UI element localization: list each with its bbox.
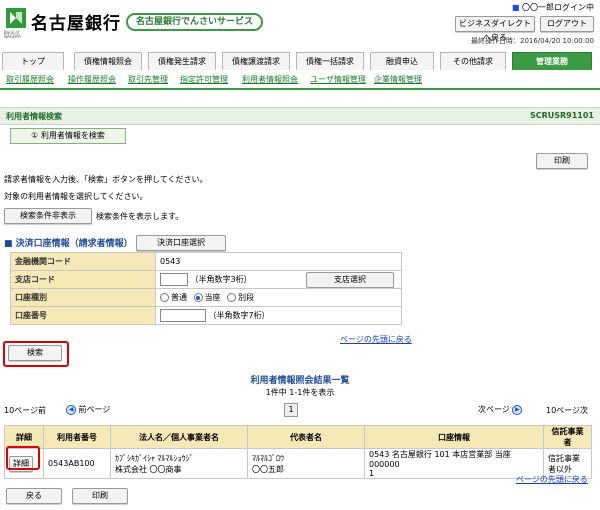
arrow-left-icon: ◀ (66, 404, 76, 415)
tab-claim-batch[interactable]: 債権一括請求 (296, 52, 364, 70)
print-button-top[interactable]: 印刷 (536, 153, 588, 169)
bank-logo-icon (6, 8, 26, 28)
col-corp-name: 法人名／個人事業者名 (110, 425, 248, 449)
screen-id: SCRUSR91101 (529, 111, 594, 120)
account-number-hint: （半角数字7桁） (208, 311, 270, 320)
prev-page[interactable]: ◀ 前ページ (66, 404, 110, 415)
radio-current[interactable] (193, 293, 203, 302)
account-info-line1: 0543 名古屋銀行 101 本店営業部 当座 000000 (369, 450, 511, 469)
search-button[interactable]: 検索 (8, 345, 62, 361)
logout-button[interactable]: ログアウト (540, 16, 594, 32)
branch-code-input[interactable] (160, 273, 188, 286)
subnav-user-management[interactable]: ユーザ情報管理 (310, 74, 366, 85)
arrow-right-icon: ▶ (512, 404, 523, 415)
service-name-badge: 名古屋銀行でんさいサービス (126, 13, 264, 31)
account-number-input[interactable] (160, 309, 206, 322)
results-title: 利用者情報照会結果一覧 (250, 376, 350, 386)
tab-other-requests[interactable]: その他請求 (440, 52, 506, 70)
page-title: 利用者情報検索 (6, 112, 62, 121)
page-title-bar: 利用者情報検索 SCRUSR91101 (0, 107, 600, 125)
col-trust: 信託事業者 (543, 425, 592, 449)
prev-10-pages[interactable]: 10ページ前 (4, 405, 46, 416)
instruction-text-1: 請求者情報を入力後、「検索」ボタンを押してください。 (4, 175, 208, 184)
tab-claim-issue[interactable]: 債権発生請求 (148, 52, 216, 70)
back-button[interactable]: 戻る (6, 488, 62, 504)
next-10-pages[interactable]: 10ページ次 (546, 405, 588, 416)
tab-top[interactable]: トップ (2, 52, 64, 70)
branch-code-label: 支店コード (10, 270, 156, 289)
account-number-label: 口座番号 (10, 306, 156, 325)
corp-name: 株式会社 〇〇商事 (115, 464, 182, 474)
bank-code-label: 金融機関コード (10, 252, 156, 271)
instruction-text-2: 対象の利用者情報を選択してください。 (4, 192, 148, 201)
subnav-user-info[interactable]: 利用者情報照会 (242, 74, 298, 85)
last-operation-time: 最終操作日時：2016/04/20 10:00:00 (470, 37, 594, 45)
results-count: 1件中 1-1件を表示 (265, 388, 335, 397)
rep-name: 〇〇五郎 (252, 464, 284, 474)
account-type-label: 口座種別 (10, 288, 156, 307)
tab-admin[interactable]: 管理業務 (512, 52, 592, 70)
next-page[interactable]: 次ページ ▶ (478, 404, 523, 415)
detail-highlight (6, 446, 40, 470)
print-button-bottom[interactable]: 印刷 (72, 488, 128, 504)
hide-conditions-button[interactable]: 検索条件非表示 (4, 208, 92, 224)
branch-code-hint: （半角数字3桁） (190, 275, 252, 284)
back-to-top-link-1[interactable]: ページの先頭に戻る (340, 334, 412, 345)
user-number-cell: 0543AB100 (43, 448, 111, 479)
subnav-transaction-history[interactable]: 取引履歴照会 (6, 74, 54, 85)
conditions-description: 検索条件を表示します。 (96, 212, 184, 221)
col-account-info: 口座情報 (364, 425, 544, 449)
square-bullet-icon: ■ (4, 239, 13, 249)
user-icon: ■ (511, 3, 520, 12)
account-section-heading: ■ 決済口座情報（請求者情報） (4, 239, 133, 249)
step-indicator: ① 利用者情報を検索 (10, 128, 126, 144)
tab-financing[interactable]: 融資申込 (370, 52, 434, 70)
tab-claim-transfer[interactable]: 債権譲渡請求 (222, 52, 290, 70)
rep-kana: ﾏﾙﾏﾙｺﾞﾛｳ (252, 453, 284, 463)
account-info-line2: 1 (369, 469, 375, 478)
business-direct-button[interactable]: ビジネスダイレクトへ戻る (455, 16, 535, 42)
branch-select-button[interactable]: 支店選択 (306, 272, 394, 288)
page-number[interactable]: 1 (284, 403, 298, 417)
bank-name: 名古屋銀行 (31, 14, 121, 34)
radio-ordinary[interactable] (160, 293, 169, 302)
back-to-top-link-2[interactable]: ページの先頭に戻る (516, 474, 588, 485)
bank-code-value: 0543 (155, 252, 402, 271)
col-user-number: 利用者番号 (43, 425, 111, 449)
results-table: 詳細 利用者番号 法人名／個人事業者名 代表者名 口座情報 信託事業者 詳細 0… (4, 425, 592, 479)
subnav-company-management[interactable]: 企業情報管理 (374, 74, 422, 85)
login-status: ■ 〇〇一郎ログイン中 (511, 3, 594, 12)
tab-claim-info[interactable]: 債権情報照会 (74, 52, 142, 70)
table-row: 詳細 0543AB100 ｶﾌﾞｼｷｶﾞｲｼｬ ﾏﾙﾏﾙｼｮｳｼﾞ 株式会社 〇… (4, 448, 592, 479)
corp-kana: ｶﾌﾞｼｷｶﾞｲｼｬ ﾏﾙﾏﾙｼｮｳｼﾞ (115, 453, 194, 463)
select-account-button[interactable]: 決済口座選択 (136, 235, 226, 251)
logo-subtext: Bank of NAGOYA (4, 30, 21, 39)
subnav-permission-management[interactable]: 指定許可管理 (180, 74, 228, 85)
main-tabs: トップ 債権情報照会 債権発生請求 債権譲渡請求 債権一括請求 融資申込 その他… (2, 52, 598, 70)
radio-separate[interactable] (227, 293, 237, 302)
subnav-partner-management[interactable]: 取引先管理 (128, 74, 168, 85)
account-form-table: 金融機関コード 0543 支店コード （半角数字3桁） 支店選択 口座種別 普通… (10, 252, 402, 325)
subnav-operation-history[interactable]: 操作履歴照会 (68, 74, 116, 85)
col-representative: 代表者名 (247, 425, 365, 449)
sub-navigation: 取引履歴照会 操作履歴照会 取引先管理 指定許可管理 利用者情報照会 ユーザ情報… (0, 72, 600, 90)
